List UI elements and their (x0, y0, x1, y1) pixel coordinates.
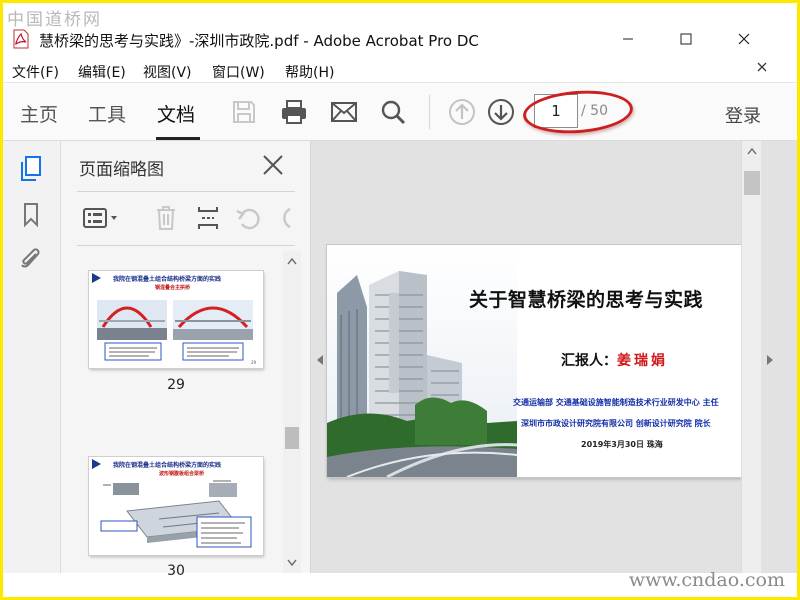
page-thumbnail[interactable]: 我院在钢混叠土组合结构桥梁方面的实践 波形钢腹板组合梁桥 (89, 457, 263, 555)
panel-title: 页面缩略图 (79, 160, 164, 180)
thumbnail-title: 我院在钢混叠土组合结构桥梁方面的实践 (113, 276, 222, 283)
acrobat-pdf-icon (13, 29, 29, 49)
close-document-icon[interactable] (757, 60, 767, 76)
watermark-top: 中国道桥网 (7, 10, 102, 30)
window-title: 慧桥梁的思考与实践》-深圳市政院.pdf - Adobe Acrobat Pro… (39, 32, 479, 50)
bookmarks-icon[interactable] (17, 201, 45, 229)
next-page-icon[interactable] (484, 95, 518, 129)
maximize-button[interactable] (661, 23, 711, 55)
rotate-counterclockwise-icon[interactable] (235, 203, 263, 233)
close-panel-icon[interactable] (261, 153, 287, 179)
rotate-clockwise-icon[interactable] (275, 203, 293, 233)
login-button[interactable]: 登录 (725, 102, 761, 128)
reporter-name: 姜瑞娟 (617, 353, 668, 369)
attachments-icon[interactable] (17, 245, 45, 273)
menu-window[interactable]: 窗口(W) (212, 62, 265, 82)
reporter-label: 汇报人： (561, 353, 617, 369)
app-window: 中国道桥网 慧桥梁的思考与实践》-深圳市政院.pdf - Adobe Acrob… (3, 3, 797, 597)
menu-edit[interactable]: 编辑(E) (78, 62, 126, 82)
menu-view[interactable]: 视图(V) (143, 62, 192, 82)
toolbar-separator (429, 95, 430, 129)
insert-page-icon[interactable] (195, 203, 221, 233)
date-location: 2019年3月30日 珠海 (581, 440, 663, 449)
navigation-pane (3, 141, 61, 573)
title-bar: 慧桥梁的思考与实践》-深圳市政院.pdf - Adobe Acrobat Pro… (3, 21, 797, 57)
watermark-bottom: www.cndao.com (628, 569, 785, 591)
institution-line-2: 深圳市市政设计研究院有限公司 创新设计研究院 院长 (521, 419, 711, 428)
reporter-line: 汇报人：姜瑞娟 (561, 350, 668, 370)
menu-help[interactable]: 帮助(H) (285, 62, 334, 82)
print-icon[interactable] (277, 95, 311, 129)
scrollbar-thumb[interactable] (285, 427, 299, 449)
panel-divider (77, 191, 295, 192)
menu-file[interactable]: 文件(F) (12, 62, 59, 82)
building-photo (327, 245, 517, 477)
main-toolbar: 主页 工具 文档 1 / 50 登录 (3, 83, 797, 141)
svg-text:29: 29 (251, 360, 257, 365)
previous-page-icon[interactable] (445, 95, 479, 129)
tab-home[interactable]: 主页 (20, 100, 58, 127)
thumbnail-page-number: 29 (167, 377, 185, 393)
delete-pages-icon[interactable] (153, 203, 179, 233)
thumbnail-options-menu-icon[interactable] (81, 203, 121, 233)
thumbnail-subtitle: 钢混叠合主拱桥 (155, 285, 191, 291)
email-icon[interactable] (327, 95, 361, 129)
active-tab-indicator (156, 137, 200, 140)
thumbnail-page-number: 30 (167, 563, 185, 579)
slide-title: 关于智慧桥梁的思考与实践 (469, 289, 704, 311)
page-thumbnail[interactable]: 29 我院在钢混叠土组合结构桥梁方面的实践 钢混叠合主拱桥 (89, 271, 263, 368)
tab-document[interactable]: 文档 (157, 100, 195, 127)
institution-line-1: 交通运输部 交通基础设施智能制造技术行业研发中心 主任 (513, 398, 719, 407)
thumbnails-scrollbar[interactable] (283, 251, 301, 573)
page-thumbnails-icon[interactable] (17, 155, 45, 183)
save-icon[interactable] (227, 95, 261, 129)
thumbnail-title: 我院在钢混叠土组合结构桥梁方面的实践 (113, 462, 222, 469)
expand-right-panel-icon[interactable] (767, 355, 773, 365)
tab-tools[interactable]: 工具 (88, 100, 126, 127)
search-icon[interactable] (376, 95, 410, 129)
scrollbar-thumb[interactable] (744, 171, 760, 195)
panel-divider (77, 245, 295, 246)
close-window-button[interactable] (719, 23, 769, 55)
pdf-page: 关于智慧桥梁的思考与实践 汇报人：姜瑞娟 交通运输部 交通基础设施智能制造技术行… (327, 245, 741, 477)
page-thumbnails-panel: 页面缩略图 29 我院在钢混叠土组合结构桥梁方面的实践 钢混叠合主拱桥 29 我… (61, 141, 311, 579)
menu-bar: 文件(F) 编辑(E) 视图(V) 窗口(W) 帮助(H) (3, 57, 797, 83)
document-scrollbar[interactable] (741, 141, 761, 573)
document-view: 关于智慧桥梁的思考与实践 汇报人：姜瑞娟 交通运输部 交通基础设施智能制造技术行… (311, 141, 797, 573)
collapse-left-panel-icon[interactable] (317, 355, 323, 365)
minimize-button[interactable] (603, 23, 653, 55)
thumbnail-subtitle: 波形钢腹板组合梁桥 (159, 471, 205, 477)
